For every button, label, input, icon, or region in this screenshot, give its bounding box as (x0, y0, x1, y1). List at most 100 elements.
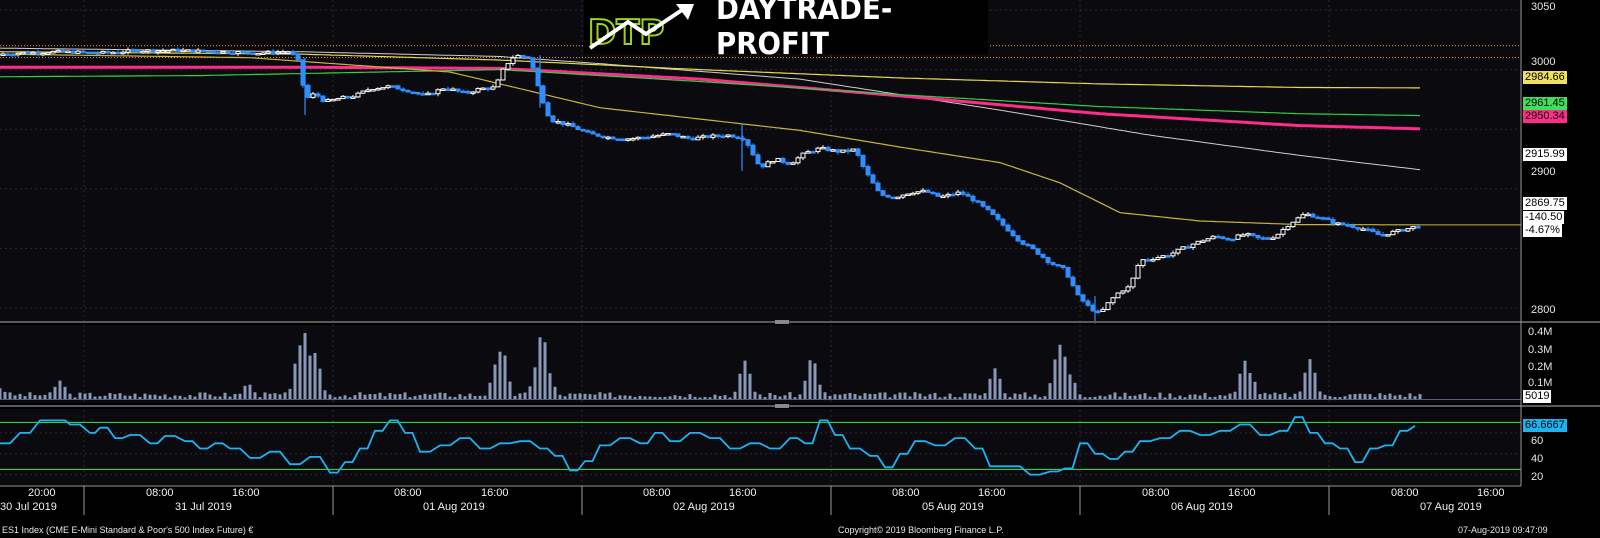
volume-bar (193, 396, 197, 399)
candle-body (905, 193, 911, 196)
candle-body (45, 52, 51, 56)
change-tag: -140.50 (1523, 211, 1565, 224)
volume-bar (218, 396, 222, 399)
volume-bar (368, 394, 372, 399)
candle-body (970, 195, 976, 202)
volume-bar (1198, 395, 1202, 399)
candle-body (1250, 233, 1256, 236)
candle-body (1100, 308, 1106, 312)
candle-body (1335, 222, 1341, 225)
volume-bar (1318, 391, 1322, 399)
candle-body (625, 138, 631, 141)
volume-bar (1323, 394, 1327, 399)
hour-tick: 08:00 (1142, 487, 1170, 499)
price-tick: 3050 (1531, 1, 1555, 13)
volume-bar (788, 392, 792, 399)
candle-body (745, 139, 751, 146)
volume-bar (353, 395, 357, 399)
panel-resize-handle[interactable] (775, 320, 789, 324)
candle-body (430, 92, 436, 96)
volume-bar (243, 385, 247, 399)
hour-tick: 20:00 (28, 487, 56, 499)
candle-body (940, 195, 946, 199)
volume-bar (408, 397, 412, 399)
candle-body (1195, 240, 1201, 245)
volume-last-tag: 5019 (1523, 390, 1552, 403)
instrument-label: ES1 Index (CME E-Mini Standard & Poor's … (2, 525, 254, 535)
volume-bar (778, 396, 782, 399)
candle-body (1300, 214, 1306, 219)
volume-bar (313, 353, 317, 399)
volume-bar (1073, 382, 1077, 399)
volume-bar (843, 393, 847, 399)
candle-body (1155, 257, 1161, 260)
candle-body (1130, 277, 1136, 288)
volume-bar (948, 393, 952, 399)
volume-bar (628, 395, 632, 399)
candle-body (1230, 238, 1236, 242)
volume-bar (883, 392, 887, 399)
volume-bar (1148, 396, 1152, 399)
panel-resize-handle[interactable] (775, 404, 789, 408)
volume-bar (923, 396, 927, 399)
candle-body (635, 136, 641, 140)
candle-body (1355, 227, 1361, 230)
candle-body (1120, 290, 1126, 294)
candle-body (1055, 264, 1061, 267)
volume-bar (1178, 395, 1182, 399)
candle-body (1095, 310, 1101, 313)
candle-body (235, 51, 241, 55)
candle-body (765, 161, 771, 168)
volume-bar (113, 394, 117, 399)
candle-body (650, 135, 656, 139)
candle-body (615, 138, 621, 141)
candle-body (140, 50, 146, 54)
candle-body (75, 50, 81, 54)
candle-body (1085, 300, 1091, 306)
candle-body (90, 51, 96, 55)
candle-body (915, 191, 921, 194)
hour-tick: 08:00 (892, 487, 920, 499)
volume-bar (613, 397, 617, 399)
candle-body (1210, 235, 1216, 240)
volume-bar (968, 393, 972, 399)
volume-bar (1283, 392, 1287, 399)
candle-body (70, 50, 76, 54)
logo-letters: DTP (588, 13, 664, 53)
candle-body (1275, 233, 1281, 239)
candle-body (540, 85, 546, 104)
candle-body (785, 161, 791, 165)
volume-bar (878, 392, 882, 399)
volume-bar (73, 397, 77, 399)
volume-bar (78, 392, 82, 399)
candle-body (645, 136, 651, 140)
date-label: 05 Aug 2019 (922, 501, 984, 513)
candle-body (1190, 243, 1196, 248)
volume-bar (1163, 397, 1167, 399)
volume-bar (478, 395, 482, 399)
volume-bar (983, 393, 987, 399)
date-label: 02 Aug 2019 (673, 501, 735, 513)
volume-bar (918, 393, 922, 399)
volume-bar (573, 393, 577, 399)
volume-bar (863, 393, 867, 399)
hour-tick: 08:00 (643, 487, 671, 499)
candle-body (215, 51, 221, 55)
volume-bar (1298, 391, 1302, 399)
candle-body (310, 93, 316, 98)
volume-bar (553, 386, 557, 399)
candle-body (1000, 218, 1006, 226)
candle-body (485, 87, 491, 91)
candle-body (1330, 218, 1336, 225)
candle-body (1340, 222, 1346, 226)
candle-body (1255, 234, 1261, 239)
volume-bar (363, 394, 367, 399)
volume-bar (118, 393, 122, 399)
candle-body (360, 90, 366, 94)
volume-bar (148, 394, 152, 399)
candle-body (805, 151, 811, 154)
volume-bar (838, 394, 842, 399)
candle-body (1270, 237, 1276, 240)
candle-body (1360, 228, 1366, 231)
candle-body (520, 54, 526, 58)
